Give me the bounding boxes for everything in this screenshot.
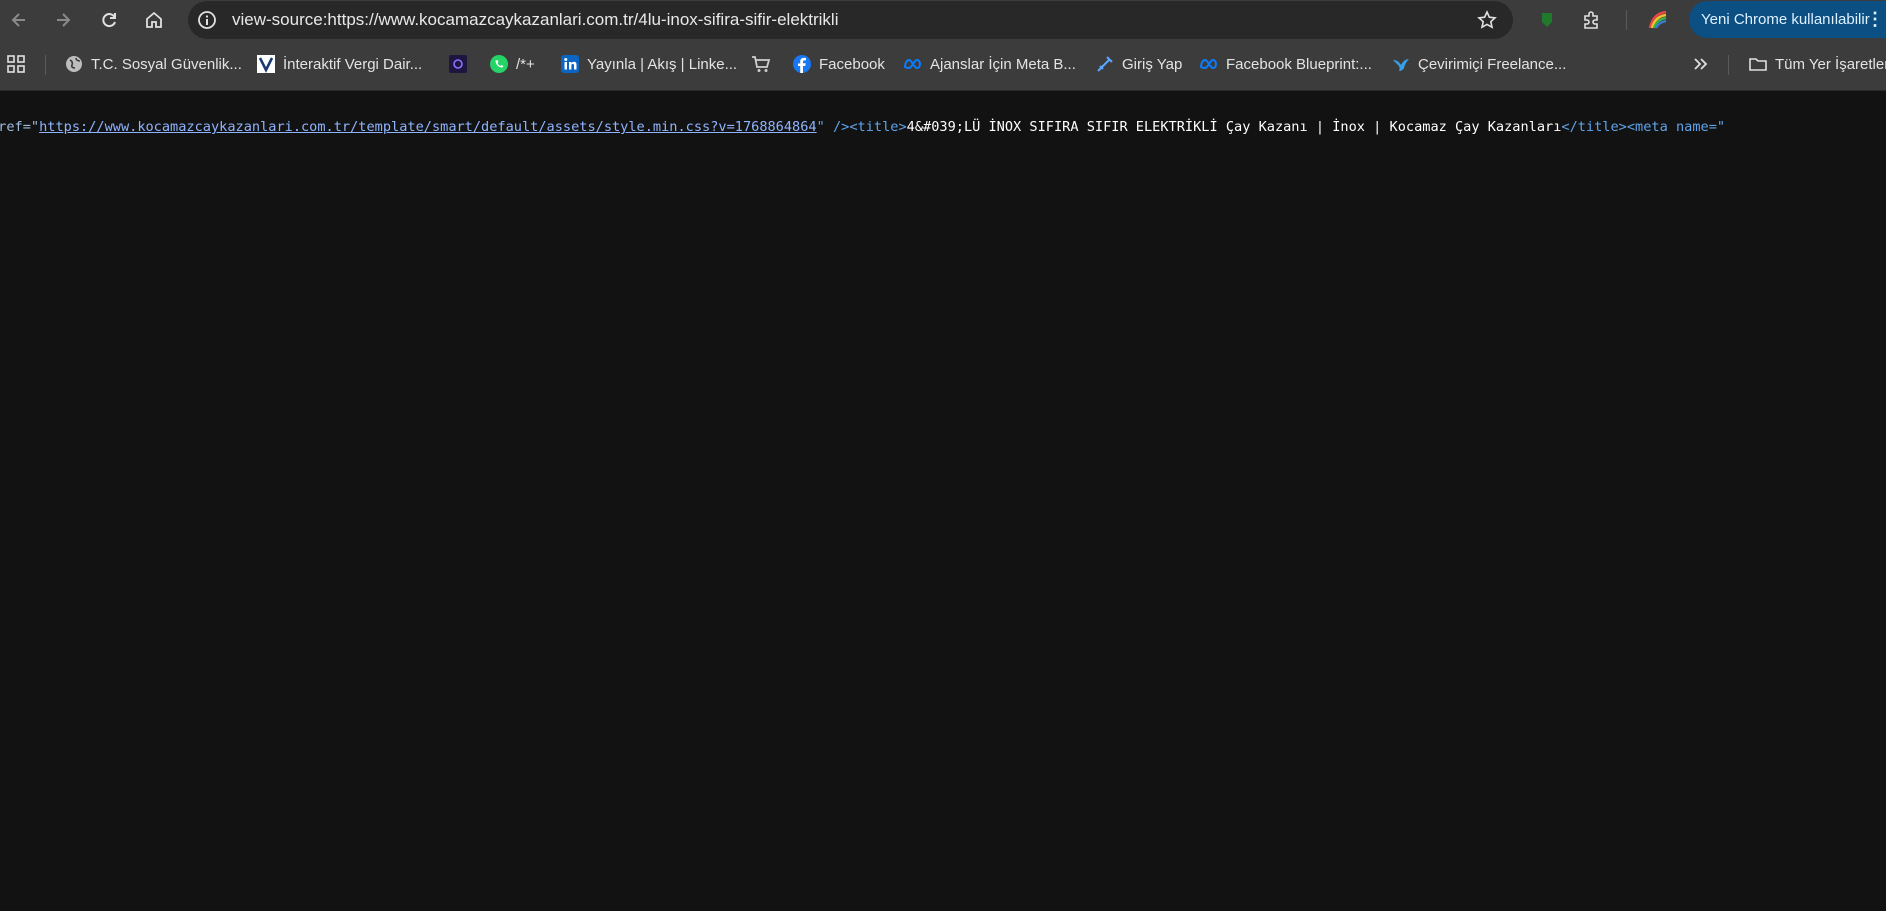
bookmark-facebook[interactable]: Facebook [792,49,885,79]
reload-button[interactable] [93,4,125,36]
attr-quote: " [30,119,40,135]
bookmark-vergi[interactable]: İnteraktif Vergi Dair... [256,49,422,79]
reload-icon [102,13,116,28]
bookmark-meta-ajanslar[interactable]: Ajanslar İçin Meta B... [903,49,1076,79]
bookmarks-bar: T.C. Sosyal Güvenlik... İnteraktif Vergi… [0,40,1886,91]
meta-blueprint-icon [1199,54,1219,74]
forward-arrow-icon [57,13,71,27]
double-chevron-right-icon [1694,58,1708,70]
sword-icon [1095,54,1115,74]
bookmark-giris-yap[interactable]: Giriş Yap [1095,49,1182,79]
title-open-tag: <title> [849,119,907,135]
globe-icon [64,54,84,74]
bookmarks-divider-right [1728,55,1729,75]
back-arrow-icon [11,13,25,27]
folder-icon [1748,54,1768,74]
meta-logo-icon [903,54,923,74]
v-logo-icon [256,54,276,74]
facebook-icon [792,54,812,74]
tag-close: " /> [816,119,850,135]
bookmark-freelance[interactable]: Çevirimiçi Freelance... [1391,49,1566,79]
bookmark-whatsapp[interactable]: /*+ [489,49,535,79]
url-text[interactable]: view-source:https://www.kocamazcaykazanl… [232,1,839,39]
home-icon [146,11,162,28]
menu-dots-icon[interactable]: ⋮ [1866,1,1884,38]
whatsapp-icon [489,54,509,74]
bookmark-facebook-blueprint[interactable]: Facebook Blueprint:... [1199,49,1372,79]
stylesheet-link[interactable]: https://www.kocamazcaykazanlari.com.tr/t… [39,119,817,135]
bookmarks-divider [45,55,46,75]
attr-name: href= [0,119,31,135]
extension-shield-icon[interactable] [1535,8,1559,32]
source-code-line: href="https://www.kocamazcaykazanlari.co… [0,117,1725,137]
meta-open-tag: <meta name=" [1626,119,1726,135]
bookmark-sgk[interactable]: T.C. Sosyal Güvenlik... [64,49,242,79]
bird-icon [1391,54,1411,74]
more-bookmarks-button[interactable] [1690,49,1710,79]
bookmark-star-icon[interactable] [1477,10,1497,30]
browser-toolbar: view-source:https://www.kocamazcaykazanl… [0,0,1886,40]
forward-button[interactable] [47,4,79,36]
bookmark-shopping[interactable] [751,49,778,79]
profile-avatar-icon[interactable] [1646,8,1670,32]
apps-grid-icon [7,55,25,73]
update-label: Yeni Chrome kullanılabilir [1701,11,1870,28]
title-close-tag: </title> [1561,119,1627,135]
chrome-update-button[interactable]: Yeni Chrome kullanılabilir ⋮ [1689,1,1886,38]
shopping-cart-icon [751,54,771,74]
toolbar-divider [1626,10,1627,30]
back-button[interactable] [3,4,35,36]
title-text: 4&#039;LÜ İNOX SIFIRA SIFIR ELEKTRİKLİ Ç… [906,119,1562,135]
all-bookmarks-folder[interactable]: Tüm Yer İşaretleri [1748,49,1886,79]
bookmark-dark-app[interactable] [448,49,475,79]
apps-grid-button[interactable] [6,49,26,79]
bookmark-linkedin[interactable]: Yayınla | Akış | Linke... [560,49,737,79]
extensions-puzzle-icon[interactable] [1580,8,1604,32]
dark-app-icon [448,54,468,74]
site-info-icon[interactable] [197,10,217,30]
address-bar[interactable]: view-source:https://www.kocamazcaykazanl… [188,1,1513,39]
home-button[interactable] [138,4,170,36]
linkedin-icon [560,54,580,74]
